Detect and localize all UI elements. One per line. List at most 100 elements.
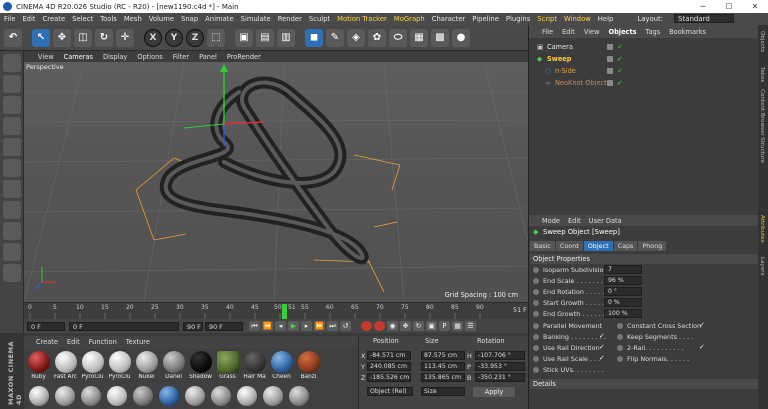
menu-select[interactable]: Select xyxy=(72,15,93,23)
material-preview[interactable] xyxy=(237,386,257,406)
viewport-menu-prorender[interactable]: ProRender xyxy=(227,53,261,61)
material-item[interactable]: Ruby xyxy=(26,351,51,380)
object-row-nside[interactable]: ○ n-Side ✓ xyxy=(529,65,759,76)
animate-dot[interactable] xyxy=(533,311,539,317)
isoparm-subdivision-field[interactable]: 7 xyxy=(604,265,642,274)
texture-mode-icon[interactable] xyxy=(3,96,21,114)
key-param-icon[interactable]: P xyxy=(439,321,450,331)
animate-dot[interactable] xyxy=(533,289,539,295)
transform-icon[interactable]: ✛ xyxy=(116,28,134,47)
viewport-menu-view[interactable]: View xyxy=(38,53,54,61)
object-row-camera[interactable]: ▣ Camera ✓ xyxy=(529,41,759,52)
end-rotation-field[interactable]: 0 ° xyxy=(604,287,642,296)
next-key-icon[interactable]: ⏩ xyxy=(314,321,325,331)
material-menu-edit[interactable]: Edit xyxy=(67,338,80,346)
viewport-menu-cameras[interactable]: Cameras xyxy=(64,53,93,61)
side-tab-content-browser[interactable]: Content Browser xyxy=(759,89,765,136)
objects-menu-file[interactable]: File xyxy=(542,28,553,36)
visibility-toggle[interactable] xyxy=(607,55,613,62)
objects-menu-objects[interactable]: Objects xyxy=(608,28,636,36)
menu-window[interactable]: Window xyxy=(564,15,591,23)
undo-icon[interactable]: ↶ xyxy=(4,28,22,47)
enabled-check-icon[interactable]: ✓ xyxy=(617,67,623,75)
use-rail-scale-checkbox[interactable]: ✓ xyxy=(599,354,605,362)
edit-render-settings-icon[interactable]: ▥ xyxy=(277,28,295,47)
key-pla-icon[interactable]: ▦ xyxy=(452,321,463,331)
cube-icon[interactable]: ◼ xyxy=(305,28,323,47)
two-rail-checkbox[interactable]: ✓ xyxy=(699,343,705,351)
material-preview[interactable] xyxy=(211,386,231,406)
autokey-icon[interactable] xyxy=(374,321,385,331)
material-menu-create[interactable]: Create xyxy=(36,338,58,346)
object-row-neoknot[interactable]: ∞ NeoKnot Object ✓ xyxy=(529,77,759,88)
record-active-icon[interactable] xyxy=(361,321,372,331)
key-position-icon[interactable]: ✥ xyxy=(400,321,411,331)
material-item[interactable]: Shadow xyxy=(188,351,213,380)
objects-menu-tags[interactable]: Tags xyxy=(646,28,661,36)
play-icon[interactable]: ▶ xyxy=(288,321,299,331)
material-menu-texture[interactable]: Texture xyxy=(126,338,150,346)
tweak-mode-icon[interactable] xyxy=(3,222,21,240)
enabled-check-icon[interactable]: ✓ xyxy=(617,79,623,87)
side-tab-objects[interactable]: Objects xyxy=(759,31,765,52)
close-button[interactable]: ✕ xyxy=(742,0,768,13)
menu-render[interactable]: Render xyxy=(278,15,302,23)
menu-tools[interactable]: Tools xyxy=(100,15,117,23)
menu-create[interactable]: Create xyxy=(43,15,66,23)
scale-icon[interactable]: ◫ xyxy=(74,28,92,47)
tab-coord[interactable]: Coord xyxy=(555,241,583,251)
material-item[interactable]: Hair Ma xyxy=(242,351,267,380)
animate-dot[interactable] xyxy=(617,323,623,329)
material-preview[interactable] xyxy=(107,386,127,406)
side-tab-attributes[interactable]: Attributes xyxy=(759,215,765,243)
material-item[interactable]: Banzi xyxy=(296,351,321,380)
end-scale-field[interactable]: 96 % xyxy=(604,276,642,285)
material-preview[interactable] xyxy=(185,386,205,406)
menu-sculpt[interactable]: Sculpt xyxy=(309,15,330,23)
perspective-viewport[interactable]: Perspective Grid Spacing : 100 cm xyxy=(24,62,528,302)
animate-dot[interactable] xyxy=(617,356,623,362)
y-axis-lock[interactable]: Y xyxy=(165,28,183,47)
menu-pipeline[interactable]: Pipeline xyxy=(472,15,499,23)
start-growth-field[interactable]: 0 % xyxy=(604,298,642,307)
pen-icon[interactable]: ✎ xyxy=(326,28,344,47)
animate-dot[interactable] xyxy=(533,300,539,306)
material-preview[interactable] xyxy=(263,386,283,406)
size-z-field[interactable]: 135.865 cm xyxy=(421,373,465,382)
previous-frame-icon[interactable]: ◂ xyxy=(275,321,286,331)
rotation-b-field[interactable]: -350.231 ° xyxy=(475,373,525,382)
light-icon[interactable]: ● xyxy=(452,28,470,47)
size-mode-select[interactable]: Size xyxy=(421,387,465,396)
end-growth-field[interactable]: 100 % xyxy=(604,309,642,318)
previous-key-icon[interactable]: ⏪ xyxy=(262,321,273,331)
menu-animate[interactable]: Animate xyxy=(205,15,233,23)
tab-basic[interactable]: Basic xyxy=(530,241,555,251)
material-item[interactable]: Fast Arc xyxy=(53,351,78,380)
layout-select[interactable]: Standard xyxy=(674,14,734,23)
viewport-menu-options[interactable]: Options xyxy=(137,53,162,61)
viewport-menu-panel[interactable]: Panel xyxy=(199,53,217,61)
rotation-h-field[interactable]: -107.706 ° xyxy=(475,351,525,360)
side-tab-structure[interactable]: Structure xyxy=(759,137,765,163)
polygons-mode-icon[interactable] xyxy=(3,180,21,198)
material-preview[interactable] xyxy=(55,386,75,406)
maximize-button[interactable]: ☐ xyxy=(716,0,742,13)
deformer-icon[interactable]: ⬭ xyxy=(389,28,407,47)
viewport-menu-filter[interactable]: Filter xyxy=(173,53,189,61)
menu-volume[interactable]: Volume xyxy=(149,15,174,23)
tab-object[interactable]: Object xyxy=(583,241,613,251)
animate-dot[interactable] xyxy=(533,345,539,351)
material-menu-function[interactable]: Function xyxy=(89,338,117,346)
timeline-ruler[interactable]: 0 5 10 15 20 25 30 35 40 45 50 51 55 60 … xyxy=(24,302,528,319)
loop-icon[interactable]: ↺ xyxy=(340,321,351,331)
points-mode-icon[interactable] xyxy=(3,138,21,156)
details-section[interactable]: Details xyxy=(530,379,758,389)
object-properties-section[interactable]: Object Properties xyxy=(530,254,758,264)
visibility-toggle[interactable] xyxy=(607,43,613,50)
playhead[interactable] xyxy=(282,304,287,319)
axis-mode-icon[interactable] xyxy=(3,201,21,219)
position-z-field[interactable]: -185.526 cm xyxy=(367,373,411,382)
use-rail-direction-checkbox[interactable]: ✓ xyxy=(599,343,605,351)
workplane-icon[interactable] xyxy=(3,117,21,135)
go-to-start-icon[interactable]: ⏮ xyxy=(249,321,260,331)
